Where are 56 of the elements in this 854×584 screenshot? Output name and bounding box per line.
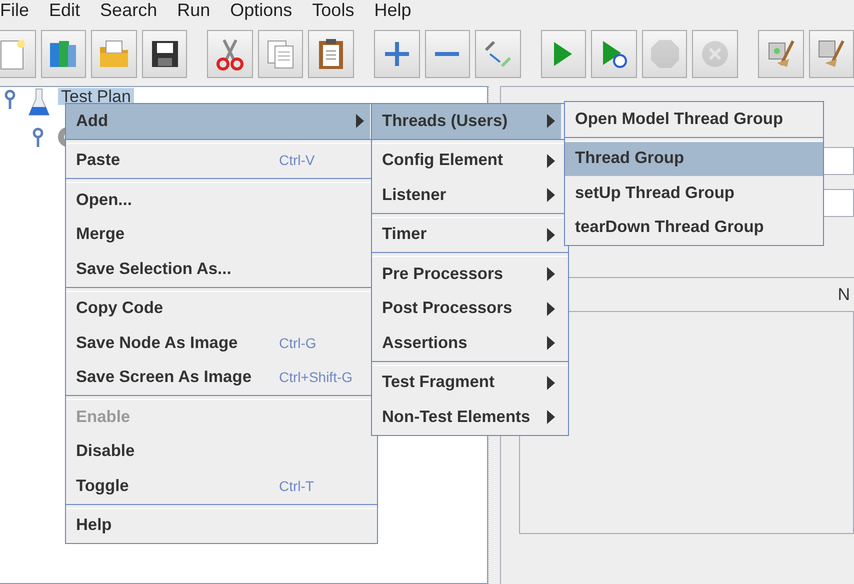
copy-icon	[266, 38, 296, 70]
menu-item[interactable]: Tools	[312, 0, 354, 22]
menu-item[interactable]: Pre Processors	[372, 257, 561, 292]
broom-icon	[817, 39, 846, 69]
menu-item[interactable]: Threads (Users)	[372, 104, 561, 138]
menu-item[interactable]: Thread Group	[565, 142, 823, 176]
shortcut-label: Ctrl-G	[279, 334, 316, 353]
menu-item[interactable]: Open Model Thread Group	[565, 102, 823, 136]
menu-item[interactable]: Post Processors	[372, 292, 561, 326]
menu-item[interactable]: Add	[66, 104, 370, 138]
plus-icon	[382, 40, 411, 68]
menu-item[interactable]: Merge	[66, 218, 370, 252]
menu-item[interactable]: Edit	[49, 0, 80, 22]
menu-item[interactable]: setUp Thread Group	[565, 176, 823, 210]
menu-item[interactable]: Run	[177, 0, 210, 22]
flask-icon	[28, 87, 50, 117]
x-circle-icon	[700, 39, 730, 69]
shortcut-label: Ctrl+Shift-G	[279, 368, 353, 388]
menu-item[interactable]: Listener	[372, 178, 561, 212]
menu-item[interactable]: Help	[374, 0, 412, 22]
folder-icon	[98, 39, 130, 69]
clipboard-icon	[317, 37, 346, 71]
books-icon	[48, 39, 78, 69]
text-field[interactable]	[821, 189, 854, 217]
menu-item[interactable]: Paste Ctrl-V	[66, 144, 370, 178]
toolbar-button[interactable]	[591, 30, 637, 78]
toolbar-button[interactable]	[308, 30, 354, 78]
play-icon	[600, 39, 628, 69]
toolbar-button[interactable]	[142, 30, 188, 78]
shortcut-label: Ctrl-V	[279, 151, 315, 170]
page-icon	[0, 38, 27, 70]
menu-item[interactable]: Open...	[66, 183, 370, 218]
menu-item[interactable]: Search	[100, 0, 158, 22]
menu-item[interactable]: Non-Test Elements	[372, 400, 561, 434]
text-field[interactable]	[821, 147, 854, 175]
menu-item[interactable]: Timer	[372, 218, 561, 252]
menu-item[interactable]: Config Element	[372, 144, 561, 178]
scissors-icon	[216, 38, 244, 70]
shortcut-label: Ctrl-T	[279, 476, 314, 496]
menu-item[interactable]: Options	[230, 0, 292, 22]
play-icon	[552, 40, 574, 68]
menu-item[interactable]: Assertions	[372, 326, 561, 360]
stop-sign-icon	[648, 38, 681, 70]
menu-item[interactable]: Save Selection As...	[66, 252, 370, 286]
menu-item[interactable]: Copy Code	[66, 292, 370, 326]
menu-item[interactable]: Save Node As Image Ctrl-G	[66, 326, 370, 360]
minus-icon	[433, 52, 462, 56]
menu-item[interactable]: File	[0, 0, 30, 22]
menu-item[interactable]: Help	[66, 508, 370, 543]
menu-item[interactable]: Toggle Ctrl-T	[66, 469, 370, 504]
menu-item[interactable]: Test Fragment	[372, 366, 561, 400]
menu-item[interactable]: Disable	[66, 434, 370, 469]
broom-icon	[766, 39, 795, 69]
column-header: N	[838, 284, 850, 306]
menu-item[interactable]: tearDown Thread Group	[565, 210, 823, 245]
menu-item[interactable]: Save Screen As Image Ctrl+Shift-G	[66, 360, 370, 395]
